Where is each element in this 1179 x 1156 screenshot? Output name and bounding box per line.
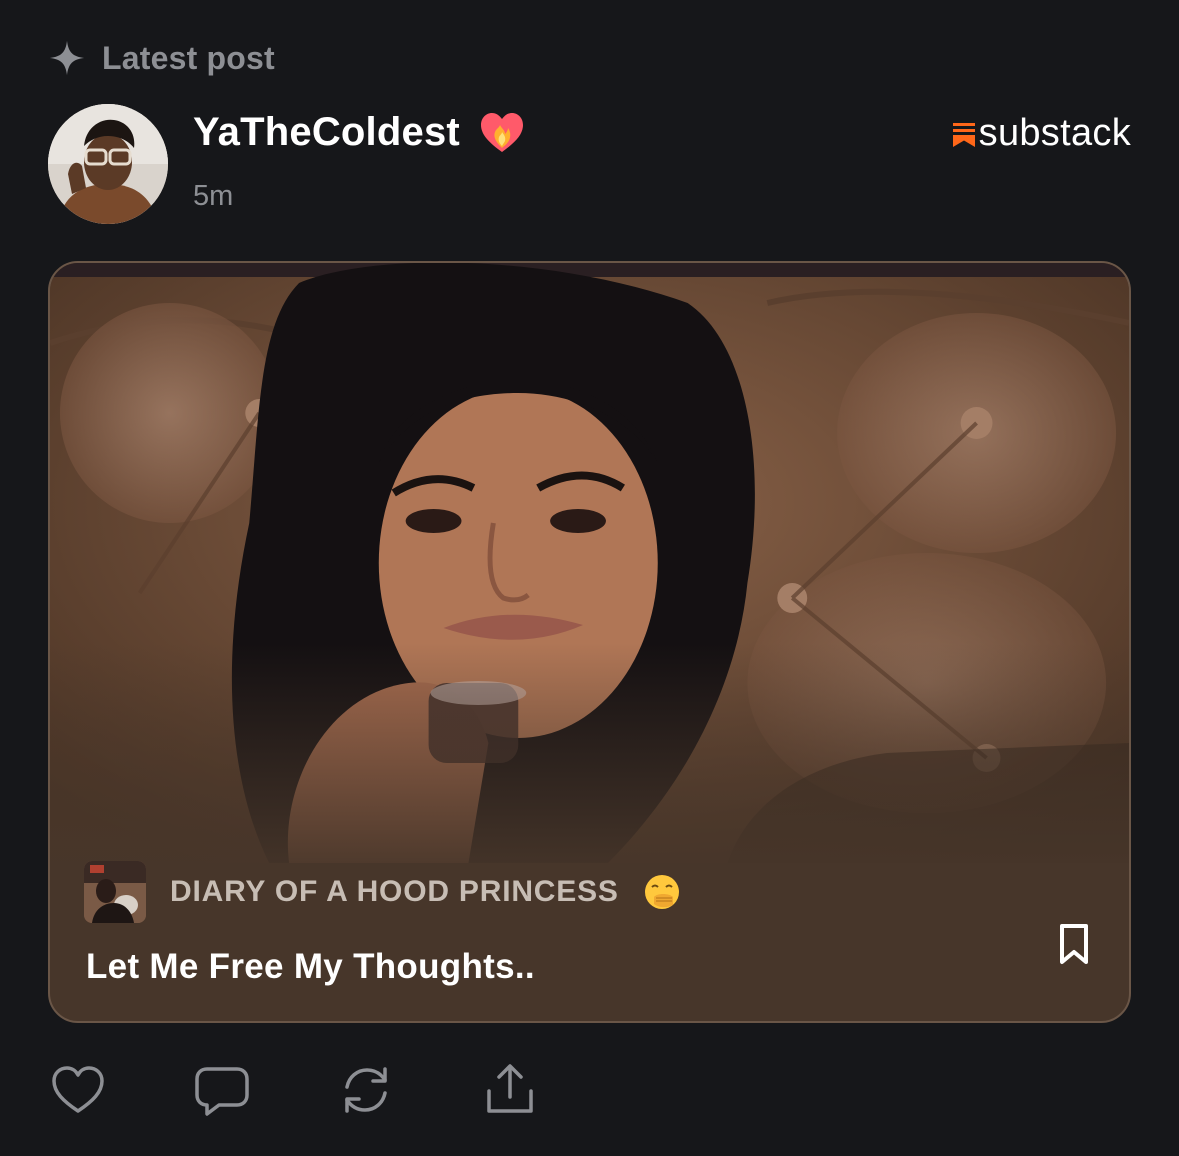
heart-icon	[52, 1066, 104, 1113]
author-row: YaTheColdest	[193, 108, 526, 156]
restack-icon	[345, 1067, 387, 1113]
publication-name: DIARY OF A HOOD PRINCESS	[170, 875, 619, 908]
share-icon	[487, 1064, 533, 1113]
post-card[interactable]: DIARY OF A HOOD PRINCESS Let Me Free My …	[48, 261, 1131, 1023]
substack-brand[interactable]: substack	[952, 112, 1131, 155]
author-name[interactable]: YaTheColdest	[193, 110, 460, 155]
publication-row[interactable]: DIARY OF A HOOD PRINCESS	[84, 861, 681, 923]
publication-thumbnail	[84, 861, 146, 923]
latest-post-header: Latest post	[48, 38, 275, 78]
sparkle-icon	[49, 40, 85, 76]
heart-on-fire-icon	[480, 113, 523, 152]
latest-post-label: Latest post	[102, 39, 275, 76]
post-title[interactable]: Let Me Free My Thoughts..	[86, 947, 535, 987]
share-button[interactable]	[480, 1060, 540, 1120]
avatar[interactable]	[48, 104, 168, 224]
like-button[interactable]	[48, 1060, 108, 1120]
card-gradient-overlay	[50, 643, 1129, 883]
action-bar	[48, 1060, 624, 1120]
avatar-photo	[48, 104, 168, 224]
substack-logo-icon	[952, 122, 975, 147]
restack-button[interactable]	[336, 1060, 396, 1120]
bookmark-icon[interactable]	[1059, 923, 1089, 965]
face-with-hand-over-mouth-icon	[644, 875, 679, 909]
comment-button[interactable]	[192, 1060, 252, 1120]
post-timestamp: 5m	[193, 180, 234, 212]
comment-icon	[195, 1067, 249, 1116]
substack-label: substack	[978, 112, 1131, 154]
